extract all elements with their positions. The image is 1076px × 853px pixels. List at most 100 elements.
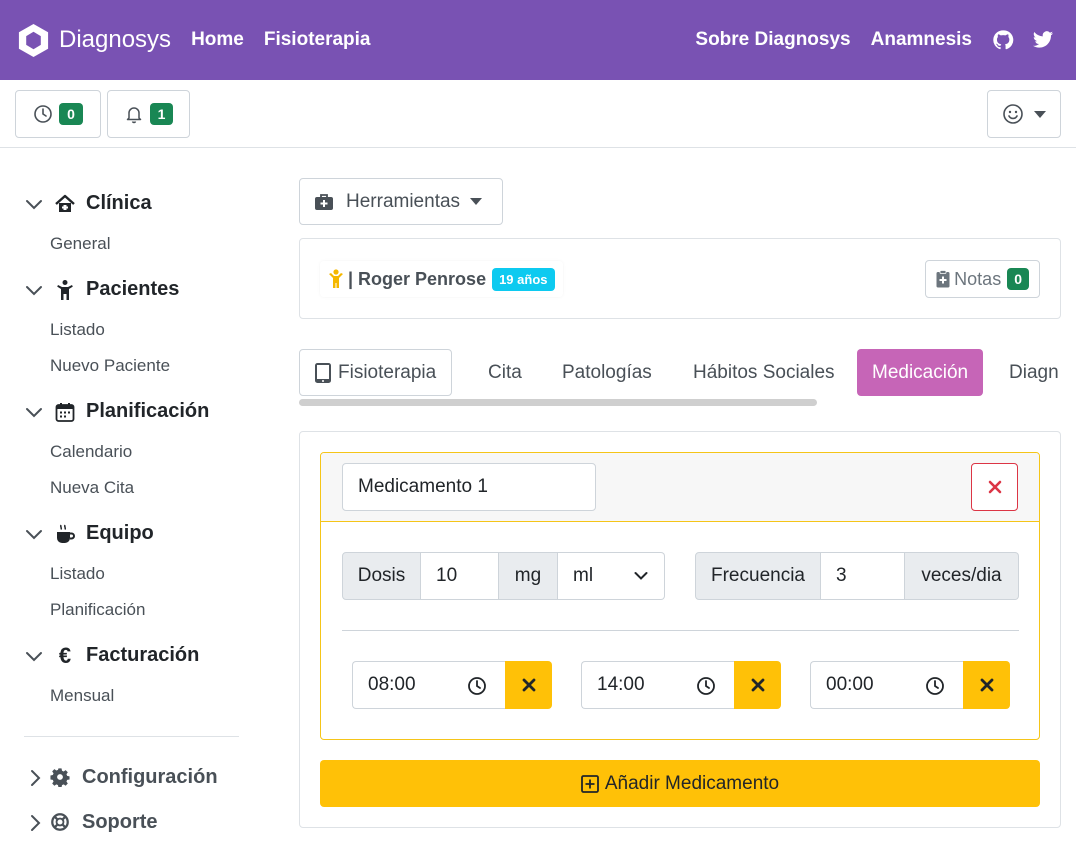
medication-name-input[interactable] xyxy=(342,463,596,511)
add-medication-button[interactable]: Añadir Medicamento xyxy=(320,760,1040,807)
chevron-down-icon xyxy=(26,199,42,209)
remove-time-button-2[interactable] xyxy=(734,661,781,709)
time-input-3[interactable]: 00:00 xyxy=(810,661,963,709)
user-menu-button[interactable] xyxy=(987,90,1061,138)
sidebar-section-label: Equipo xyxy=(86,522,154,544)
bell-icon xyxy=(126,107,141,124)
time-group-1: 08:00 xyxy=(352,661,552,709)
chevron-down-icon xyxy=(26,285,42,295)
notifications-count-badge: 1 xyxy=(149,103,174,125)
brand[interactable]: Diagnosys xyxy=(16,23,171,58)
time-group-3: 00:00 xyxy=(810,661,1010,709)
sidebar: Clínica General Pacientes Listado Nuevo … xyxy=(0,148,260,853)
chevron-down-icon xyxy=(26,529,42,539)
notes-button[interactable]: Notas 0 xyxy=(925,260,1040,298)
time-value: 08:00 xyxy=(368,674,416,695)
sidebar-section-clinica[interactable]: Clínica xyxy=(24,192,152,215)
frequency-unit-label: veces/dia xyxy=(905,552,1019,600)
patient-card: | Roger Penrose 19 años Notas 0 xyxy=(299,238,1061,319)
sidebar-item-general[interactable]: General xyxy=(50,234,110,254)
chevron-right-icon xyxy=(31,814,41,831)
nav-link-home[interactable]: Home xyxy=(191,29,244,51)
close-icon xyxy=(980,678,993,692)
sidebar-item-listado-equipo[interactable]: Listado xyxy=(50,564,105,584)
delete-medication-button[interactable] xyxy=(971,463,1018,511)
tab-patologias[interactable]: Patologías xyxy=(562,349,652,396)
euro-icon: € xyxy=(58,642,72,668)
time-input-1[interactable]: 08:00 xyxy=(352,661,505,709)
chevron-down-icon xyxy=(634,572,648,580)
sidebar-item-nueva-cita[interactable]: Nueva Cita xyxy=(50,478,134,498)
sidebar-footer-label: Soporte xyxy=(82,811,158,833)
smiley-icon xyxy=(1003,104,1023,124)
history-button[interactable]: 0 xyxy=(15,90,101,138)
time-input-2[interactable]: 14:00 xyxy=(581,661,734,709)
tab-cita[interactable]: Cita xyxy=(488,349,522,396)
sidebar-section-label: Clínica xyxy=(86,192,152,214)
tabs-bar: Fisioterapia Cita Patologías Hábitos Soc… xyxy=(299,349,1061,409)
sidebar-soporte[interactable]: Soporte xyxy=(28,811,158,834)
dose-unit-select-value: ml xyxy=(573,565,594,586)
frequency-label: Frecuencia xyxy=(695,552,821,600)
time-value: 00:00 xyxy=(826,674,874,695)
frequency-value-input[interactable]: 3 xyxy=(821,552,905,600)
sidebar-section-label: Pacientes xyxy=(86,278,180,300)
home-icon xyxy=(54,193,76,215)
patient-info[interactable]: | Roger Penrose 19 años xyxy=(320,261,563,297)
patient-age-badge: 19 años xyxy=(492,267,555,291)
clock-icon[interactable] xyxy=(696,676,716,696)
sidebar-item-mensual[interactable]: Mensual xyxy=(50,686,114,706)
coffee-icon xyxy=(54,523,76,545)
dose-input-group: Dosis 10 mg ml xyxy=(342,552,665,600)
gear-icon xyxy=(50,767,72,789)
nav-link-sobre[interactable]: Sobre Diagnosys xyxy=(695,29,850,51)
top-navbar: Diagnosys Home Fisioterapia Sobre Diagno… xyxy=(0,0,1076,80)
notifications-button[interactable]: 1 xyxy=(107,90,190,138)
sidebar-item-listado-pacientes[interactable]: Listado xyxy=(50,320,105,340)
sidebar-section-label: Planificación xyxy=(86,400,210,422)
time-value: 14:00 xyxy=(597,674,645,695)
clock-icon[interactable] xyxy=(925,676,945,696)
github-icon[interactable] xyxy=(992,29,1014,51)
twitter-icon[interactable] xyxy=(1032,29,1054,51)
chevron-down-icon xyxy=(26,651,42,661)
tab-habitos-sociales[interactable]: Hábitos Sociales xyxy=(693,349,835,396)
chevron-down-icon xyxy=(26,407,42,417)
patient-name: | Roger Penrose xyxy=(348,268,487,289)
caret-down-icon xyxy=(1034,110,1046,118)
nav-link-anamnesis[interactable]: Anamnesis xyxy=(871,29,972,51)
sidebar-section-pacientes[interactable]: Pacientes xyxy=(24,278,179,301)
sidebar-item-calendario[interactable]: Calendario xyxy=(50,442,132,462)
clock-icon xyxy=(34,105,52,123)
sidebar-item-nuevo-paciente[interactable]: Nuevo Paciente xyxy=(50,356,170,376)
sidebar-item-planificacion-equipo[interactable]: Planificación xyxy=(50,600,145,620)
tab-fisioterapia[interactable]: Fisioterapia xyxy=(299,349,453,396)
sidebar-section-equipo[interactable]: Equipo xyxy=(24,522,154,545)
tab-label: Fisioterapia xyxy=(338,361,437,383)
close-icon xyxy=(522,678,535,692)
dose-value-input[interactable]: 10 xyxy=(421,552,499,600)
medication-divider xyxy=(342,630,1019,631)
plus-square-icon xyxy=(580,774,599,793)
tab-diagnostico[interactable]: Diagn xyxy=(1009,349,1059,396)
nav-link-fisioterapia[interactable]: Fisioterapia xyxy=(264,29,371,51)
sidebar-section-facturacion[interactable]: € Facturación xyxy=(24,644,199,667)
remove-time-button-1[interactable] xyxy=(505,661,552,709)
tablet-icon xyxy=(315,362,331,383)
tab-medicacion[interactable]: Medicación xyxy=(857,349,984,396)
sidebar-section-planificacion[interactable]: Planificación xyxy=(24,400,209,423)
clock-icon[interactable] xyxy=(467,676,487,696)
sidebar-configuracion[interactable]: Configuración xyxy=(28,766,218,789)
remove-time-button-3[interactable] xyxy=(963,661,1010,709)
medication-card-header xyxy=(321,453,1039,522)
close-icon xyxy=(751,678,764,692)
tools-label: Herramientas xyxy=(346,190,461,212)
sidebar-section-label: Facturación xyxy=(86,644,200,666)
tabs-scrollbar[interactable] xyxy=(299,399,817,406)
brand-name: Diagnosys xyxy=(59,26,172,53)
add-medication-label: Añadir Medicamento xyxy=(604,772,780,794)
dose-unit-select[interactable]: ml xyxy=(558,552,665,600)
medkit-icon xyxy=(315,193,333,210)
history-count-badge: 0 xyxy=(59,103,83,125)
tools-dropdown-button[interactable]: Herramientas xyxy=(299,178,503,225)
